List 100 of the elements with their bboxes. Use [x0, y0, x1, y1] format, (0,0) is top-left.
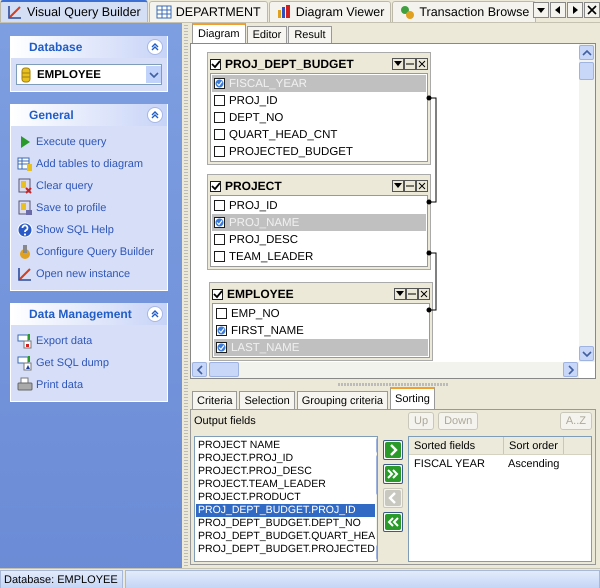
collapse-button[interactable]	[147, 306, 163, 322]
panel-tab[interactable]: Grouping criteria	[296, 391, 388, 409]
table-checkbox[interactable]	[210, 180, 221, 192]
horizontal-scrollbar[interactable]	[191, 362, 579, 378]
list-item[interactable]: PROJECT NAME	[196, 439, 376, 452]
close-button[interactable]	[418, 288, 430, 300]
output-fields-list[interactable]: PROJECT NAME PROJECT.PROJ_ID PROJECT.PROJ_DESC PROJECT.TEAM_LEADER PROJECT.PRODUCT PROJ_DEPT_BUDGET.PROJ_ID PROJ_DEPT_BUDGET.DEPT_NO PROJ_DEPT_BUDGET.QUART_HEA PROJ_DEPT_BUDGET.PROJECTED	[194, 436, 378, 562]
sidebar-link[interactable]: Configure Query Builder	[17, 244, 163, 260]
table-checkbox[interactable]	[212, 288, 223, 300]
panel-tab[interactable]: Selection	[239, 391, 295, 409]
field-checkbox[interactable]	[214, 112, 225, 123]
field-checkbox[interactable]	[214, 95, 225, 106]
editor-tab[interactable]: Editor	[246, 26, 288, 43]
table-menu-button[interactable]	[392, 180, 404, 192]
move-button[interactable]	[383, 464, 403, 484]
close-button[interactable]	[416, 180, 428, 192]
list-item[interactable]: PROJECT.PROJ_DESC	[196, 465, 376, 478]
sidebar-link[interactable]: Open new instance	[17, 266, 163, 282]
column-header[interactable]: Sort order	[504, 437, 564, 454]
collapse-button[interactable]	[147, 107, 163, 123]
scroll-right-button[interactable]	[567, 2, 583, 18]
field-checkbox[interactable]	[216, 342, 227, 353]
document-tab[interactable]: Diagram Viewer	[268, 1, 392, 22]
list-item[interactable]: PROJECT.PRODUCT	[196, 491, 376, 504]
list-item[interactable]: PROJ_DEPT_BUDGET.DEPT_NO	[196, 517, 376, 530]
sidebar-link[interactable]: Export data	[17, 333, 163, 349]
close-icon	[418, 60, 426, 68]
field-name: PROJ_ID	[229, 200, 278, 212]
close-button[interactable]	[416, 58, 428, 70]
check-icon	[213, 290, 222, 298]
field-name: PROJ_ID	[229, 94, 278, 106]
vertical-scrollbar[interactable]	[579, 44, 595, 362]
dump-icon	[17, 355, 33, 371]
panel-tab[interactable]: Criteria	[192, 391, 238, 409]
list-label: Output fields	[194, 415, 257, 427]
scrollbar-thumb[interactable]	[209, 362, 239, 377]
field-checkbox[interactable]	[214, 217, 225, 228]
list-item[interactable]: PROJECT.TEAM_LEADER	[196, 478, 376, 491]
minimize-button[interactable]	[404, 58, 416, 70]
close-icon	[418, 182, 426, 190]
minimize-button[interactable]	[404, 180, 416, 192]
table-checkbox[interactable]	[210, 58, 221, 70]
list-item[interactable]: PROJECT.PROJ_ID	[196, 452, 376, 465]
list-item[interactable]: PROJ_DEPT_BUDGET.PROJ_ID	[196, 504, 376, 517]
field-checkbox[interactable]	[214, 200, 225, 211]
field-checkbox[interactable]	[214, 78, 225, 89]
dropdown-icon	[396, 291, 404, 297]
splitter-grip[interactable]	[338, 382, 448, 386]
table-menu-button[interactable]	[394, 288, 406, 300]
table-cell-text: FISCAL YEAR	[413, 458, 486, 470]
sidebar-link[interactable]: Print data	[17, 377, 163, 393]
editor-tab[interactable]: Diagram	[192, 23, 246, 43]
document-tab[interactable]: Transaction Browse	[392, 1, 536, 22]
relation-line	[426, 250, 436, 312]
list-item[interactable]: PROJ_DEPT_BUDGET.QUART_HEA	[196, 530, 376, 543]
scroll-left-button[interactable]	[550, 2, 566, 18]
section-title: Database	[29, 40, 82, 54]
table-name: PROJECT	[225, 179, 283, 193]
move-button[interactable]	[383, 440, 403, 460]
chevron-down-icon	[148, 70, 158, 78]
ruler-pencil-icon	[7, 4, 23, 20]
sidebar-link[interactable]: Get SQL dump	[17, 355, 163, 371]
field-checkbox[interactable]	[214, 129, 225, 140]
document-tab[interactable]: Visual Query Builder	[0, 0, 148, 22]
close-button[interactable]	[584, 2, 600, 18]
field-name: TEAM_LEADER	[229, 250, 314, 262]
database-delete-icon	[17, 178, 33, 194]
editor-tab[interactable]: Result	[288, 26, 332, 43]
move-button[interactable]	[383, 512, 403, 532]
sidebar-link[interactable]: Add tables to diagram	[17, 156, 163, 172]
bar-chart-icon	[276, 4, 292, 20]
collapse-button[interactable]	[147, 39, 163, 55]
field-checkbox[interactable]	[214, 251, 225, 262]
sidebar-link[interactable]: Clear query	[17, 178, 163, 194]
sidebar-link[interactable]: Save to profile	[17, 200, 163, 216]
sidebar-link[interactable]: Show SQL Help	[17, 222, 163, 238]
splitter-grip[interactable]	[184, 23, 188, 568]
field-checkbox[interactable]	[214, 234, 225, 245]
dropdown-icon	[394, 61, 402, 67]
sidebar-link[interactable]: Execute query	[17, 134, 163, 150]
database-dropdown[interactable]: EMPLOYEE	[16, 64, 162, 85]
field-name: EMP_NO	[231, 308, 280, 320]
tab-list-button[interactable]	[533, 2, 549, 18]
column-header[interactable]: Sorted fields	[409, 437, 504, 454]
double-chevron-right-icon	[385, 466, 401, 482]
list-item[interactable]: PROJ_DEPT_BUDGET.PROJECTED	[196, 543, 376, 556]
field-checkbox[interactable]	[214, 146, 225, 157]
field-name: PROJECTED_BUDGET	[229, 146, 353, 158]
panel-tab[interactable]: Sorting	[390, 387, 435, 409]
minimize-button[interactable]	[406, 288, 418, 300]
field-checkbox[interactable]	[216, 325, 227, 336]
document-tab[interactable]: DEPARTMENT	[148, 1, 268, 22]
field-checkbox[interactable]	[216, 308, 227, 319]
database-icon	[20, 66, 32, 82]
status-text: Database: EMPLOYEE	[0, 570, 123, 588]
check-icon	[211, 182, 220, 190]
table-menu-button[interactable]	[392, 58, 404, 70]
scrollbar-thumb[interactable]	[579, 62, 594, 80]
field-name: DEPT_NO	[229, 112, 284, 124]
section-title: Data Management	[29, 307, 132, 321]
